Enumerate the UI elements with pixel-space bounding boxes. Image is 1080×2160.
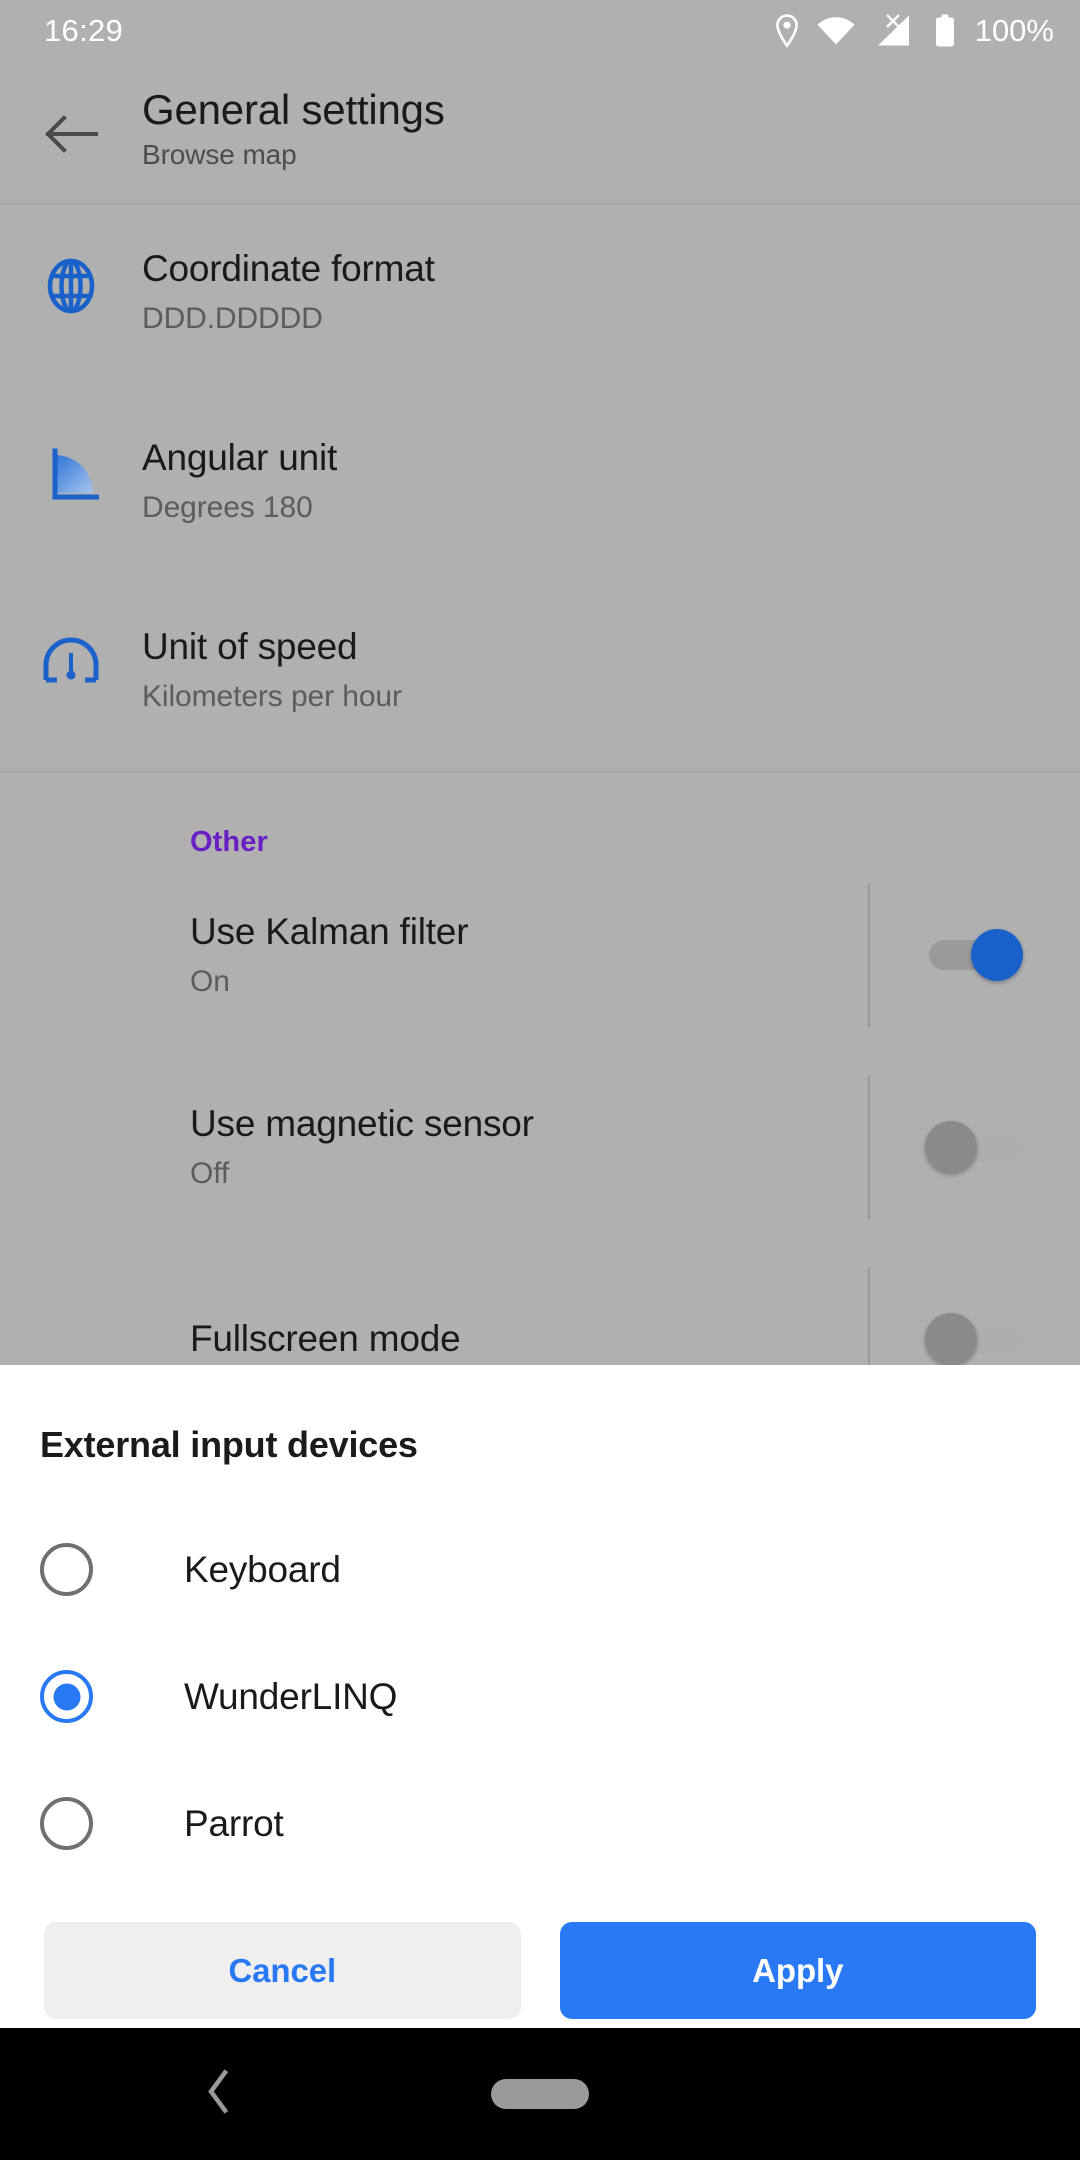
toggle-thumb [925,1121,977,1173]
wifi-icon [817,17,855,45]
dialog-actions: Cancel Apply [0,1887,1080,2019]
toggle-thumb [925,1313,977,1365]
status-bar: 16:29 100% [0,0,1080,62]
battery-percent-label: 100% [974,13,1054,48]
settings-page-scrim: 16:29 100% General settings Browse map C… [0,0,1080,1365]
toggle-cell [868,859,1080,1051]
setting-row-use-magnetic-sensor[interactable]: Use magnetic sensor Off [0,1051,1080,1243]
toggle-divider [868,1267,870,1365]
setting-row-use-kalman-filter[interactable]: Use Kalman filter On [0,859,1080,1051]
setting-text: Fullscreen mode [190,1318,868,1361]
setting-text: Angular unit Degrees 180 [142,437,1080,525]
toggle-cell [868,1051,1080,1243]
app-bar-titles: General settings Browse map [142,74,445,171]
toggle-cell [868,1243,1080,1365]
setting-text: Use magnetic sensor Off [190,1103,868,1191]
setting-title: Angular unit [142,437,338,478]
setting-value: On [190,964,230,998]
app-bar: General settings Browse map [0,62,1080,204]
page-subtitle: Browse map [142,139,297,171]
setting-value: DDD.DDDDD [142,301,323,335]
arrow-back-icon [45,115,98,153]
other-section: Other Use Kalman filter On Use magnetic … [0,772,1080,1365]
chevron-back-icon [208,2069,229,2114]
setting-text: Unit of speed Kilometers per hour [142,626,1080,714]
radio-label: WunderLINQ [184,1675,398,1717]
status-icons: 100% [775,13,1054,49]
radio-button-selected[interactable] [40,1670,93,1723]
setting-title: Use magnetic sensor [190,1103,534,1145]
units-section: Coordinate format DDD.DDDDD Angular unit… [0,204,1080,772]
toggle-use-kalman-filter[interactable] [925,929,1023,981]
status-clock: 16:29 [44,13,124,48]
other-section-header: Other [190,826,268,858]
setting-title: Coordinate format [142,248,435,289]
radio-button[interactable] [40,1543,93,1596]
location-pin-icon [775,14,798,48]
radio-button[interactable] [40,1797,93,1850]
setting-text: Coordinate format DDD.DDDDD [142,248,1080,336]
setting-row-unit-of-speed[interactable]: Unit of speed Kilometers per hour [0,582,1080,771]
toggle-divider [868,1075,870,1219]
setting-title: Use Kalman filter [190,911,469,953]
battery-full-icon [935,14,954,47]
setting-title: Fullscreen mode [190,1317,461,1359]
page-title: General settings [142,86,445,133]
radio-option-wunderlinq[interactable]: WunderLINQ [0,1633,1080,1760]
apply-button[interactable]: Apply [559,1922,1036,2019]
toggle-fullscreen-mode[interactable] [925,1313,1023,1365]
android-navigation-bar [0,2028,1080,2160]
setting-value: Off [190,1156,230,1190]
cancel-button[interactable]: Cancel [44,1922,521,2019]
setting-value: Kilometers per hour [142,679,402,713]
back-button[interactable] [0,74,142,194]
toggle-thumb [971,929,1023,981]
speedometer-icon [0,626,142,688]
radio-option-keyboard[interactable]: Keyboard [0,1506,1080,1633]
toggle-divider [868,883,870,1027]
nav-home-pill-icon[interactable] [491,2079,589,2109]
setting-row-angular-unit[interactable]: Angular unit Degrees 180 [0,393,1080,582]
setting-value: Degrees 180 [142,490,313,524]
setting-text: Use Kalman filter On [190,911,868,999]
nav-back-button[interactable] [205,2069,231,2119]
dialog-title: External input devices [40,1424,418,1465]
cellular-signal-no-service-icon [877,14,909,46]
toggle-use-magnetic-sensor[interactable] [925,1121,1023,1173]
radio-label: Keyboard [184,1548,341,1590]
phone-screen: 16:29 100% General settings Browse map C… [0,0,1080,2160]
setting-title: Unit of speed [142,626,358,667]
radio-label: Parrot [184,1802,284,1844]
globe-icon [0,248,142,314]
angle-icon [0,437,142,503]
radio-option-parrot[interactable]: Parrot [0,1760,1080,1887]
setting-row-fullscreen-mode[interactable]: Fullscreen mode [0,1243,1080,1365]
external-input-devices-dialog: External input devices Keyboard WunderLI… [0,1365,1080,2028]
radio-group-external-input-devices: Keyboard WunderLINQ Parrot [0,1466,1080,1887]
setting-row-coordinate-format[interactable]: Coordinate format DDD.DDDDD [0,204,1080,393]
